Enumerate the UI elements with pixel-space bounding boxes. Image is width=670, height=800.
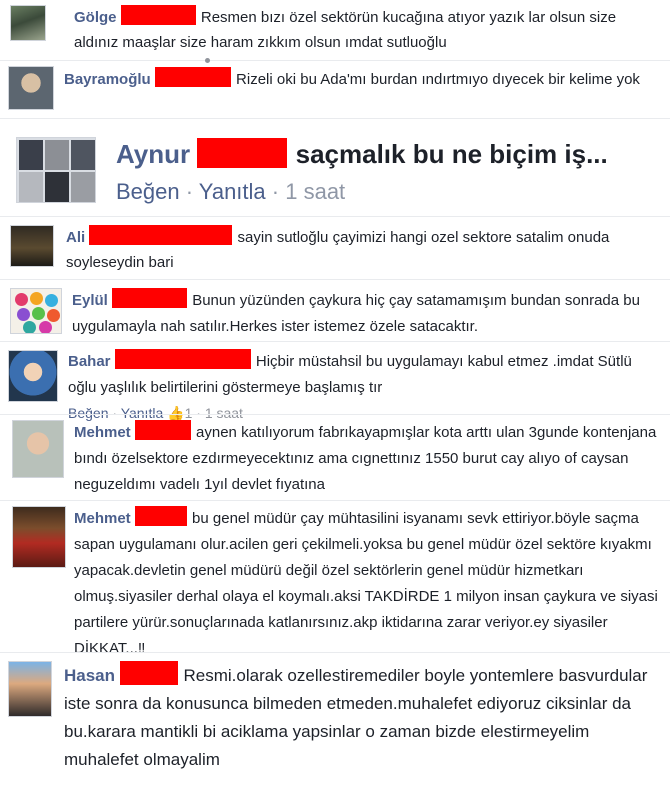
comment-actions: Beğen · Yanıtla · 1 saat xyxy=(116,177,345,207)
comment-item: Bahar Hiçbir müstahsil bu uygulamayı kab… xyxy=(0,344,670,421)
collage-tile xyxy=(45,140,69,170)
like-link[interactable]: Beğen xyxy=(116,179,180,204)
divider xyxy=(0,60,670,61)
comment-item: Eylül Bunun yüzünden çaykura hiç çay sat… xyxy=(0,282,670,342)
heart-icon xyxy=(47,309,60,322)
heart-icon xyxy=(17,308,30,321)
redaction-box xyxy=(197,138,288,168)
comment-item: Aynur saçmalık bu ne biçim iş... Beğen ·… xyxy=(0,125,670,215)
comment-body: Aynur saçmalık bu ne biçim iş... xyxy=(116,137,661,171)
comment-body: Eylül Bunun yüzünden çaykura hiç çay sat… xyxy=(72,288,667,340)
redaction-box xyxy=(154,67,231,87)
author-name[interactable]: Bahar xyxy=(68,353,111,370)
comment-body: Bayramoğlu Rizeli oki bu Ada'mı burdan ı… xyxy=(64,67,664,92)
separator: · xyxy=(271,179,280,204)
author-name[interactable]: Hasan xyxy=(64,666,115,685)
divider xyxy=(0,652,670,653)
collage-tile xyxy=(19,140,43,170)
redaction-box xyxy=(114,349,251,369)
redaction-box xyxy=(120,5,196,25)
comment-text: saçmalık bu ne biçim iş... xyxy=(295,139,608,169)
divider xyxy=(0,341,670,342)
author-name[interactable]: Gölge xyxy=(74,9,117,26)
avatar[interactable] xyxy=(8,66,54,110)
redaction-box xyxy=(134,506,187,526)
divider xyxy=(0,216,670,217)
timestamp[interactable]: 1 saat xyxy=(285,179,345,204)
comment-item: Mehmet bu genel müdür çay mühtasilini is… xyxy=(0,500,670,657)
reply-link[interactable]: Yanıtla xyxy=(199,179,266,204)
comment-text: Rizeli oki bu Ada'mı burdan ındırtmıyo d… xyxy=(236,71,640,88)
separator: · xyxy=(185,179,194,204)
comment-item: Gölge Resmen bızı özel sektörün kucağına… xyxy=(0,0,670,60)
divider xyxy=(0,118,670,119)
comment-body: Ali sayin sutloğlu çayimizi hangi ozel s… xyxy=(66,225,661,275)
collage-tile xyxy=(45,172,69,202)
comment-text: bu genel müdür çay mühtasilini isyanamı … xyxy=(74,510,658,657)
comment-body: Mehmet aynen katılıyorum fabrıkayapmışla… xyxy=(74,420,664,498)
heart-icon xyxy=(15,293,28,306)
avatar[interactable] xyxy=(12,420,64,478)
author-name[interactable]: Mehmet xyxy=(74,424,131,441)
avatar[interactable] xyxy=(10,225,54,267)
author-name[interactable]: Mehmet xyxy=(74,510,131,527)
collage-tile xyxy=(19,172,43,202)
heart-icon xyxy=(30,292,43,305)
redaction-box xyxy=(112,288,188,308)
avatar-collage[interactable] xyxy=(16,137,96,203)
avatar[interactable] xyxy=(8,661,52,717)
author-name[interactable]: Bayramoğlu xyxy=(64,71,151,88)
redaction-box xyxy=(134,420,191,440)
comment-item: Mehmet aynen katılıyorum fabrıkayapmışla… xyxy=(0,414,670,500)
heart-icon xyxy=(32,307,45,320)
avatar[interactable] xyxy=(12,506,66,568)
comment-body: Gölge Resmen bızı özel sektörün kucağına… xyxy=(74,5,654,55)
avatar[interactable] xyxy=(10,5,46,41)
author-name[interactable]: Eylül xyxy=(72,292,108,309)
redaction-box xyxy=(89,225,233,245)
divider xyxy=(0,279,670,280)
comment-item: Bayramoğlu Rizeli oki bu Ada'mı burdan ı… xyxy=(0,58,670,115)
collage-tile xyxy=(71,140,95,170)
heart-icon xyxy=(23,321,36,333)
avatar[interactable] xyxy=(8,350,58,402)
comment-item: Hasan Resmi.olarak ozellestiremediler bo… xyxy=(0,655,670,800)
collage-tile xyxy=(71,172,95,202)
heart-icon xyxy=(45,294,58,307)
notification-dot-icon xyxy=(205,58,210,63)
comment-item: Ali sayin sutloğlu çayimizi hangi ozel s… xyxy=(0,220,670,278)
heart-icon xyxy=(39,321,52,333)
comment-body: Bahar Hiçbir müstahsil bu uygulamayı kab… xyxy=(68,349,663,401)
redaction-box xyxy=(119,661,178,685)
comment-body: Hasan Resmi.olarak ozellestiremediler bo… xyxy=(64,661,664,774)
avatar-hearts[interactable] xyxy=(10,288,62,334)
author-name[interactable]: Aynur xyxy=(116,139,190,169)
comment-body: Mehmet bu genel müdür çay mühtasilini is… xyxy=(74,506,666,662)
author-name[interactable]: Ali xyxy=(66,229,85,246)
